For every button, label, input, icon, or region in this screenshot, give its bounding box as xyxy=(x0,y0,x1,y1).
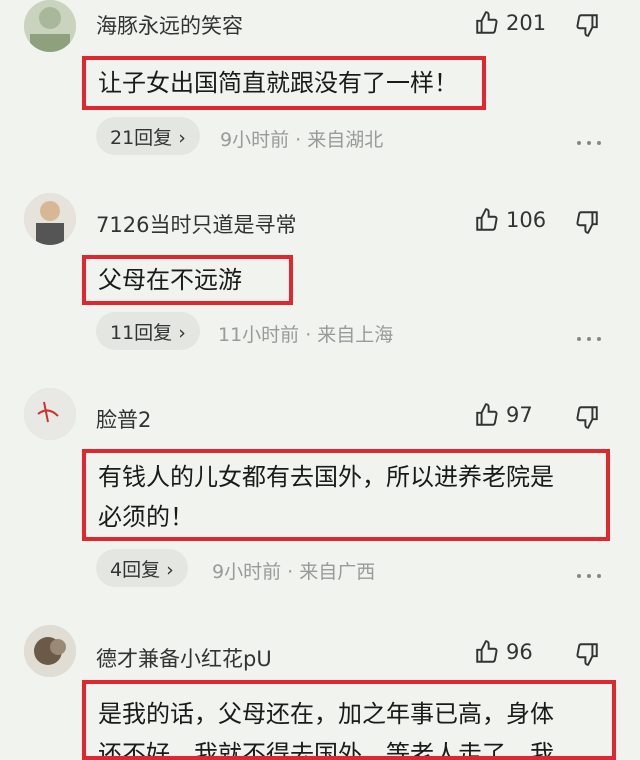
dislike-button[interactable] xyxy=(574,641,600,671)
thumbs-down-icon xyxy=(576,643,598,666)
comment-text-line: 父母在不远游 xyxy=(98,266,242,294)
comment-text: 让子女出国简直就跟没有了一样！ xyxy=(82,56,486,110)
avatar[interactable] xyxy=(24,625,76,677)
avatar[interactable] xyxy=(24,388,76,440)
avatar[interactable] xyxy=(24,193,76,245)
username[interactable]: 德才兼备小红花pU xyxy=(96,643,272,673)
like-count: 97 xyxy=(506,403,533,427)
thumbs-down-icon xyxy=(576,211,598,234)
comment-text: 是我的话，父母还在，加之年事已高，身体 还不好，我就不得去国外，等老人走了，我 xyxy=(82,680,616,760)
comment-text-line: 必须的！ xyxy=(98,503,194,531)
replies-button[interactable]: 4回复 › xyxy=(96,549,188,587)
thumbs-up-icon xyxy=(476,208,498,231)
more-button[interactable] xyxy=(574,130,604,149)
replies-button[interactable]: 21回复 › xyxy=(96,117,200,155)
comment-text-line: 让子女出国简直就跟没有了一样！ xyxy=(98,69,458,97)
comment-text: 有钱人的儿女都有去国外，所以进养老院是 必须的！ xyxy=(82,449,610,541)
thumbs-up-icon xyxy=(476,640,498,663)
dislike-button[interactable] xyxy=(574,404,600,434)
replies-label: 4回复 › xyxy=(110,558,174,581)
dislike-button[interactable] xyxy=(574,209,600,239)
replies-label: 21回复 › xyxy=(110,126,186,149)
avatar[interactable] xyxy=(24,0,76,52)
like-button[interactable]: 201 xyxy=(474,10,546,36)
thumbs-down-icon xyxy=(576,406,598,429)
replies-label: 11回复 › xyxy=(110,321,186,344)
like-button[interactable]: 106 xyxy=(474,207,546,233)
thumbs-down-icon xyxy=(576,14,598,37)
more-button[interactable] xyxy=(574,326,604,345)
comment-text-line: 是我的话，父母还在，加之年事已高，身体 xyxy=(98,700,554,728)
username[interactable]: 海豚永远的笑容 xyxy=(96,10,243,40)
like-button[interactable]: 97 xyxy=(474,402,533,428)
more-button[interactable] xyxy=(574,563,604,582)
comment-text: 父母在不远游 xyxy=(82,255,293,305)
like-count: 201 xyxy=(506,11,547,35)
comment-meta: 9小时前 · 来自湖北 xyxy=(220,129,384,151)
like-count: 96 xyxy=(506,640,533,664)
username[interactable]: 脸普2 xyxy=(96,404,151,434)
comment-text-line: 还不好，我就不得去国外，等老人走了，我 xyxy=(98,740,554,760)
comment-meta: 9小时前 · 来自广西 xyxy=(212,561,376,583)
comment-meta: 11小时前 · 来自上海 xyxy=(218,324,394,346)
like-button[interactable]: 96 xyxy=(474,639,533,665)
like-count: 106 xyxy=(506,208,547,232)
replies-button[interactable]: 11回复 › xyxy=(96,312,200,350)
thumbs-up-icon xyxy=(476,403,498,426)
comment-text-line: 有钱人的儿女都有去国外，所以进养老院是 xyxy=(98,463,554,491)
thumbs-up-icon xyxy=(476,11,498,34)
username[interactable]: 7126当时只道是寻常 xyxy=(96,209,296,239)
dislike-button[interactable] xyxy=(574,12,600,42)
